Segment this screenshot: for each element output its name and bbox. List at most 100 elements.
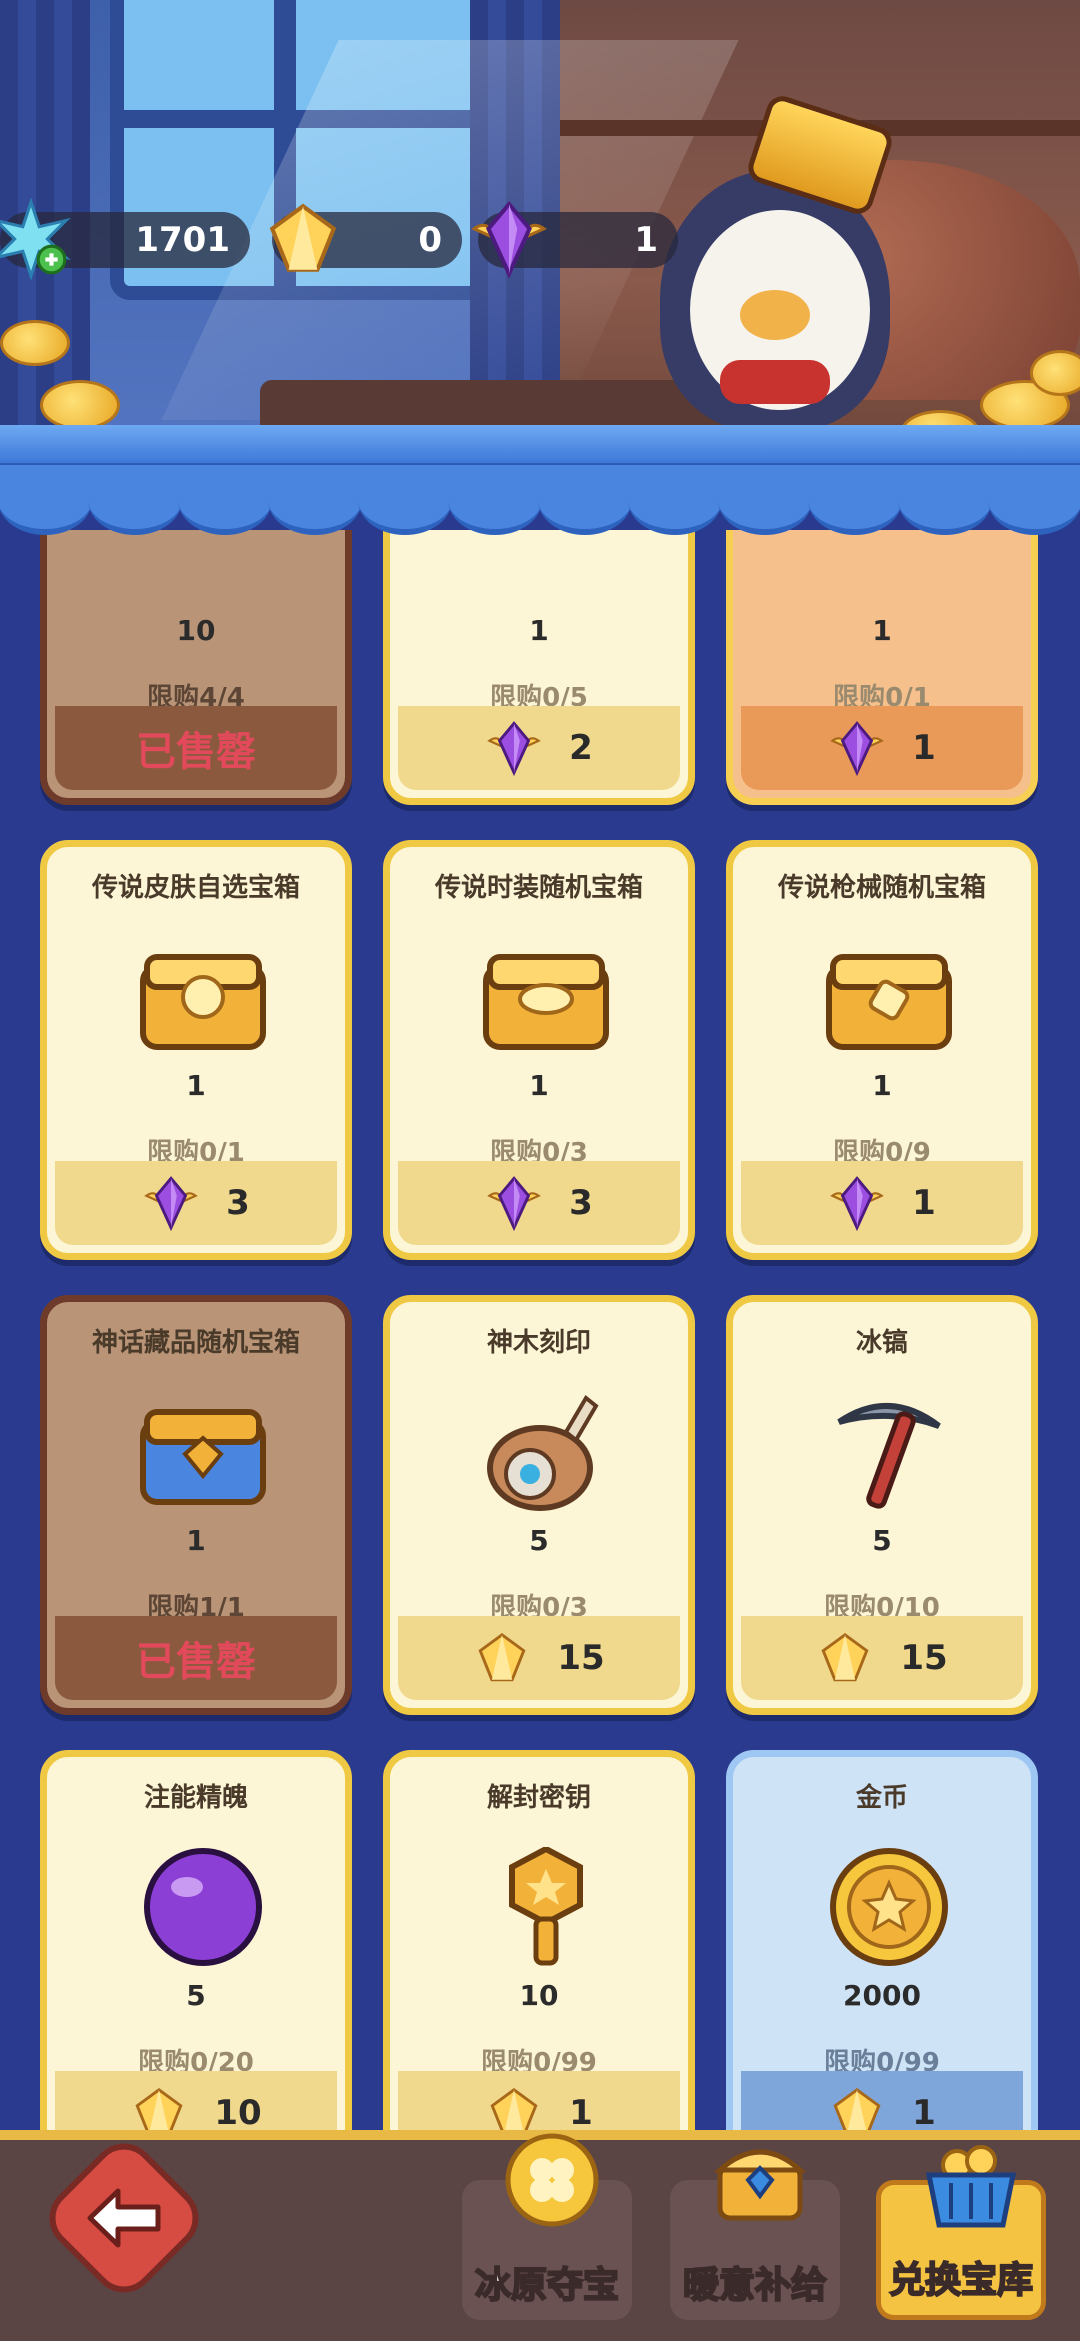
buy-button[interactable]: 3 xyxy=(55,1161,337,1245)
buy-button[interactable]: 1 xyxy=(398,2071,680,2130)
currency-bar: 1701 0 1 xyxy=(0,198,680,280)
purple-gem-icon xyxy=(485,1174,543,1232)
awning-scallop xyxy=(538,465,632,535)
gold-crystal-icon xyxy=(473,1629,531,1687)
buy-button[interactable]: 10 xyxy=(55,2071,337,2130)
sold-out-bar: 已售罄 xyxy=(55,706,337,790)
buy-button[interactable]: 15 xyxy=(741,1616,1023,1700)
gold-crystal-icon xyxy=(130,2084,188,2130)
purple-gem-currency: 1 xyxy=(471,200,678,279)
item-quantity: 5 xyxy=(186,1979,206,2012)
purple-gem-icon xyxy=(471,200,547,279)
golden-skin-chest-icon xyxy=(133,937,273,1057)
item-price: 15 xyxy=(557,1638,605,1678)
buy-button[interactable]: 1 xyxy=(741,1161,1023,1245)
shop-item-card[interactable]: 1 限购0/1 1 xyxy=(726,530,1038,805)
item-title: 传说皮肤自选宝箱 xyxy=(91,873,300,903)
awning-scallop xyxy=(448,465,542,535)
purple-gem-icon xyxy=(485,719,543,777)
awning-scallop xyxy=(988,465,1080,535)
buy-button[interactable]: 3 xyxy=(398,1161,680,1245)
tab-ice-treasure-label: 冰原夺宝 xyxy=(474,2264,620,2307)
shop-item-card[interactable]: 1 限购0/5 2 xyxy=(383,530,695,805)
shop-item-card[interactable]: 金币 2000 限购0/99 1 xyxy=(726,1750,1038,2130)
sold-out-bar: 已售罄 xyxy=(55,1616,337,1700)
awning-scallop xyxy=(628,465,722,535)
bottom-nav: 冰原夺宝 暖意补给 兑换宝库 xyxy=(0,2130,1080,2341)
shop-item-card[interactable]: 传说枪械随机宝箱 1 限购0/9 1 xyxy=(726,840,1038,1260)
awning-scallop xyxy=(358,465,452,535)
item-quantity: 10 xyxy=(176,614,216,647)
gold-coin-icon xyxy=(819,1847,959,1967)
item-quantity: 1 xyxy=(186,1524,206,1557)
shop-item-card[interactable]: 10 限购4/4 已售罄 xyxy=(40,530,352,805)
clover-coin-icon xyxy=(505,2133,599,2227)
treasure-chest-icon xyxy=(713,2149,807,2221)
shop-item-card[interactable]: 冰镐 5 限购0/10 15 xyxy=(726,1295,1038,1715)
tab-warm-supply-label: 暖意补给 xyxy=(682,2264,828,2307)
coin-pile-icon xyxy=(40,380,120,430)
item-price: 2 xyxy=(569,728,593,768)
snowflake-currency[interactable]: 1701 xyxy=(0,198,250,280)
sold-out-label: 已售罄 xyxy=(136,1639,256,1685)
item-price: 1 xyxy=(912,2093,936,2130)
shop-item-card[interactable]: 解封密钥 10 限购0/99 1 xyxy=(383,1750,695,2130)
item-price: 3 xyxy=(226,1183,250,1223)
gold-crystal-amount: 0 xyxy=(418,220,442,260)
awning-scallop xyxy=(718,465,812,535)
shop-item-card[interactable]: 传说时装随机宝箱 1 限购0/3 3 xyxy=(383,840,695,1260)
item-price: 1 xyxy=(912,1183,936,1223)
item-quantity: 5 xyxy=(529,1524,549,1557)
buy-button[interactable]: 2 xyxy=(398,706,680,790)
back-button[interactable] xyxy=(36,2130,212,2306)
snowflake-icon xyxy=(0,198,71,280)
shop-grid: 10 限购4/4 已售罄 1 限购0/5 2 1 限购0/1 1 传说皮肤自选宝箱 1 限购0/1 3 传… xyxy=(0,530,1080,2130)
item-title: 解封密钥 xyxy=(486,1783,591,1813)
shop-item-card[interactable]: 神话藏品随机宝箱 1 限购1/1 已售罄 xyxy=(40,1295,352,1715)
item-title: 传说时装随机宝箱 xyxy=(434,873,643,903)
item-title: 冰镐 xyxy=(855,1328,908,1358)
wood-seal-icon xyxy=(476,1392,616,1512)
tab-exchange-vault[interactable]: 兑换宝库 xyxy=(876,2145,1046,2320)
shop-item-card[interactable]: 神木刻印 5 限购0/3 15 xyxy=(383,1295,695,1715)
item-title: 神话藏品随机宝箱 xyxy=(91,1328,300,1358)
item-quantity: 5 xyxy=(872,1524,892,1557)
tab-exchange-vault-label: 兑换宝库 xyxy=(888,2259,1034,2302)
sold-out-label: 已售罄 xyxy=(136,729,256,775)
tab-warm-supply[interactable]: 暖意补给 xyxy=(670,2149,840,2320)
item-title: 传说枪械随机宝箱 xyxy=(777,873,986,903)
item-price: 1 xyxy=(912,728,936,768)
item-price: 15 xyxy=(900,1638,948,1678)
shop-item-card[interactable]: 注能精魄 5 限购0/20 10 xyxy=(40,1750,352,2130)
item-quantity: 10 xyxy=(519,1979,559,2012)
gold-crystal-currency: 0 xyxy=(269,203,462,272)
energy-orb-icon xyxy=(133,1847,273,1967)
shop-item-card[interactable]: 传说皮肤自选宝箱 1 限购0/1 3 xyxy=(40,840,352,1260)
snowflake-amount: 1701 xyxy=(135,220,230,260)
buy-button[interactable]: 15 xyxy=(398,1616,680,1700)
awning-scallop xyxy=(268,465,362,535)
gold-crystal-icon xyxy=(269,203,337,272)
item-quantity: 1 xyxy=(529,1069,549,1102)
gold-crystal-icon xyxy=(816,1629,874,1687)
golden-weapon-chest-icon xyxy=(819,937,959,1057)
item-price: 1 xyxy=(569,2093,593,2130)
item-quantity: 2000 xyxy=(843,1979,921,2012)
buy-button[interactable]: 1 xyxy=(741,706,1023,790)
item-quantity: 1 xyxy=(529,614,549,647)
penguin-shopkeeper xyxy=(640,92,900,430)
mythic-chest-icon xyxy=(133,1392,273,1512)
coin-pile-icon xyxy=(0,320,70,366)
buy-button[interactable]: 1 xyxy=(741,2071,1023,2130)
tab-ice-treasure[interactable]: 冰原夺宝 xyxy=(462,2133,632,2320)
purple-gem-icon xyxy=(828,1174,886,1232)
item-title: 神木刻印 xyxy=(486,1328,591,1358)
awning-scallop xyxy=(88,465,182,535)
golden-fashion-chest-icon xyxy=(476,937,616,1057)
gold-crystal-icon xyxy=(828,2084,886,2130)
purple-gem-amount: 1 xyxy=(634,220,658,260)
unseal-key-icon xyxy=(476,1845,616,1967)
item-quantity: 1 xyxy=(872,1069,892,1102)
item-quantity: 1 xyxy=(872,614,892,647)
ice-pickaxe-icon xyxy=(819,1392,959,1512)
